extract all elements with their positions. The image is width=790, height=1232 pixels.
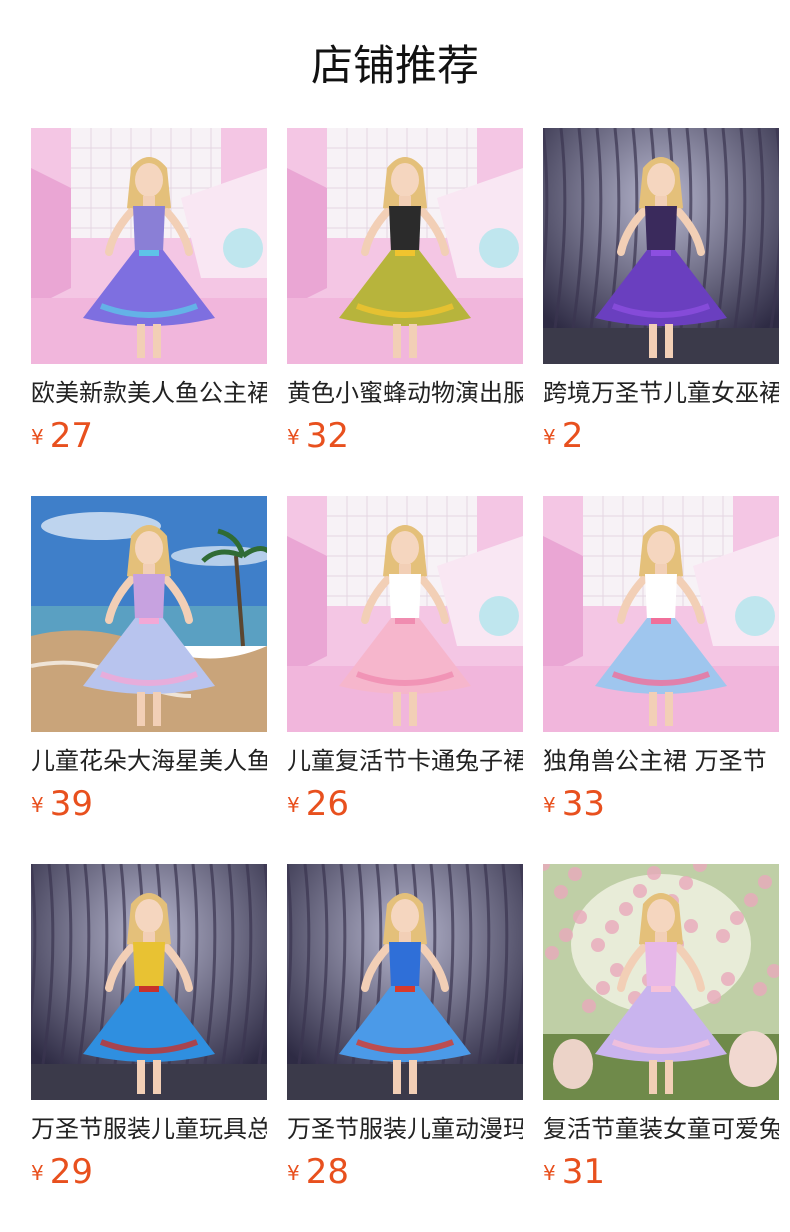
product-card[interactable]: 万圣节服装儿童玩具总动员 ¥29 — [31, 864, 267, 1198]
product-card[interactable]: 独角兽公主裙 万圣节 ¥33 — [543, 496, 779, 830]
currency-symbol: ¥ — [31, 793, 44, 817]
product-price: ¥2 — [543, 416, 779, 462]
product-name[interactable]: 万圣节服装儿童动漫玛丽 — [287, 1114, 523, 1144]
product-image[interactable] — [287, 496, 523, 732]
cowgirl-dress — [31, 864, 267, 1100]
product-price: ¥39 — [31, 784, 267, 830]
price-value: 33 — [561, 784, 605, 824]
product-card[interactable]: 欧美新款美人鱼公主裙 ¥27 — [31, 128, 267, 462]
product-price: ¥26 — [287, 784, 523, 830]
currency-symbol: ¥ — [287, 1161, 300, 1185]
product-price: ¥29 — [31, 1152, 267, 1198]
product-image[interactable] — [543, 864, 779, 1100]
witch-dress — [543, 128, 779, 364]
product-card[interactable]: 复活节童装女童可爱兔子 ¥31 — [543, 864, 779, 1198]
product-price: ¥33 — [543, 784, 779, 830]
product-price: ¥27 — [31, 416, 267, 462]
product-card[interactable]: 儿童复活节卡通兔子裙 ¥26 — [287, 496, 523, 830]
unicorn-dress — [543, 496, 779, 732]
product-image[interactable] — [31, 496, 267, 732]
product-price: ¥28 — [287, 1152, 523, 1198]
product-image[interactable] — [287, 128, 523, 364]
product-name[interactable]: 跨境万圣节儿童女巫裙 — [543, 378, 779, 408]
product-name[interactable]: 万圣节服装儿童玩具总动员 — [31, 1114, 267, 1144]
easter-bunny-dress — [287, 496, 523, 732]
currency-symbol: ¥ — [543, 425, 556, 449]
currency-symbol: ¥ — [543, 1161, 556, 1185]
product-name[interactable]: 复活节童装女童可爱兔子 — [543, 1114, 779, 1144]
price-value: 32 — [305, 416, 349, 456]
currency-symbol: ¥ — [287, 425, 300, 449]
product-name[interactable]: 儿童花朵大海星美人鱼裙 — [31, 746, 267, 776]
price-value: 28 — [305, 1152, 349, 1192]
product-price: ¥32 — [287, 416, 523, 462]
product-image[interactable] — [31, 128, 267, 364]
product-card[interactable]: 黄色小蜜蜂动物演出服 ¥32 — [287, 128, 523, 462]
product-image[interactable] — [31, 864, 267, 1100]
currency-symbol: ¥ — [287, 793, 300, 817]
currency-symbol: ¥ — [31, 1161, 44, 1185]
mermaid-princess-dress — [31, 128, 267, 364]
product-card[interactable]: 儿童花朵大海星美人鱼裙 ¥39 — [31, 496, 267, 830]
price-value: 39 — [49, 784, 93, 824]
bee-costume-dress — [287, 128, 523, 364]
product-name[interactable]: 独角兽公主裙 万圣节 — [543, 746, 779, 776]
product-name[interactable]: 儿童复活节卡通兔子裙 — [287, 746, 523, 776]
product-image[interactable] — [543, 128, 779, 364]
currency-symbol: ¥ — [31, 425, 44, 449]
currency-symbol: ¥ — [543, 793, 556, 817]
product-card[interactable]: 跨境万圣节儿童女巫裙 ¥2 — [543, 128, 779, 462]
section-title: 店铺推荐 — [310, 41, 479, 90]
product-image[interactable] — [543, 496, 779, 732]
price-value: 27 — [49, 416, 93, 456]
product-name[interactable]: 黄色小蜜蜂动物演出服 — [287, 378, 523, 408]
price-value: 2 — [561, 416, 584, 456]
product-image[interactable] — [287, 864, 523, 1100]
easter-garden-dress — [543, 864, 779, 1100]
mario-dress — [287, 864, 523, 1100]
product-card[interactable]: 万圣节服装儿童动漫玛丽 ¥28 — [287, 864, 523, 1198]
starfish-mermaid-dress — [31, 496, 267, 732]
product-name[interactable]: 欧美新款美人鱼公主裙 — [31, 378, 267, 408]
price-value: 31 — [561, 1152, 605, 1192]
product-price: ¥31 — [543, 1152, 779, 1198]
price-value: 29 — [49, 1152, 93, 1192]
price-value: 26 — [305, 784, 349, 824]
